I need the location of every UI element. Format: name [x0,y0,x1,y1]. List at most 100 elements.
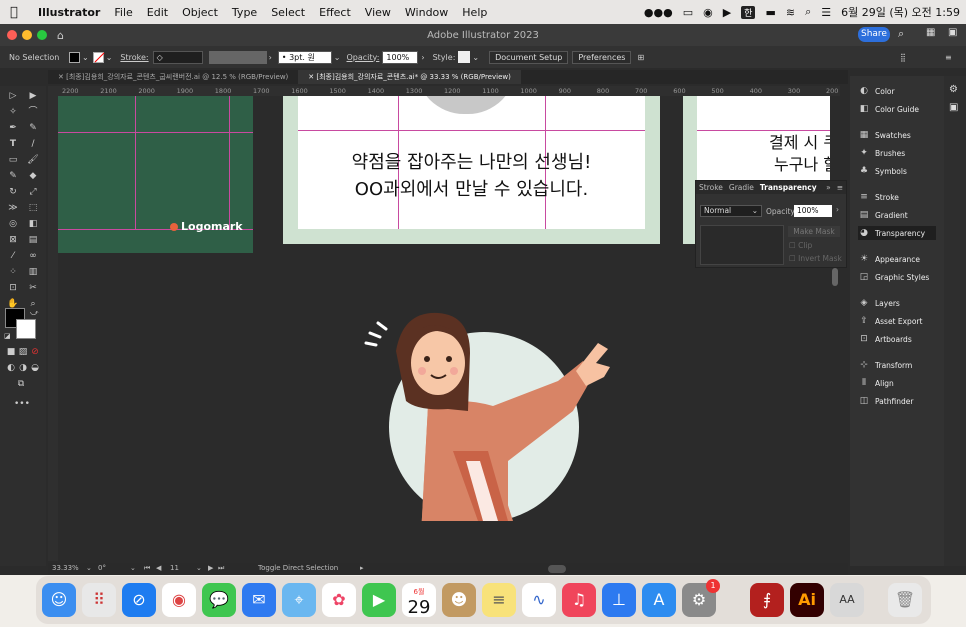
draw-inside-icon[interactable]: ◒ [28,362,42,374]
chrome-icon[interactable]: ◉ [162,583,196,617]
pen-tool-icon[interactable]: ✒ [6,122,20,134]
font-book-icon[interactable]: AA [830,583,864,617]
prev-artboard-icon[interactable]: ◀ [156,564,161,572]
menu-file[interactable]: File [114,6,132,19]
artboard-logomark[interactable]: Logomark [58,96,253,253]
opacity-field[interactable]: 100% [794,205,832,217]
perspective-grid-icon[interactable]: ⊠ [6,234,20,246]
search-icon[interactable]: ⌕ [898,27,904,41]
chevron-right-icon[interactable]: › [836,205,839,214]
horizontal-scrollbar[interactable] [548,565,566,573]
creative-cloud-icon[interactable]: ◉ [703,6,713,19]
tab-document-1[interactable]: ✕ [최종]김용희_강의자료_콘텐츠_굽씨랜버전.ai @ 12.5 % (RG… [48,70,298,84]
maps-icon[interactable]: ⌖ [282,583,316,617]
launchpad-icon[interactable]: ⠿ [82,583,116,617]
apple-icon[interactable]:  [10,5,30,20]
next-artboard-icon[interactable]: ▶ [208,564,213,572]
panel-item-color[interactable]: ◐ Color [858,84,895,98]
properties-icon[interactable]: ⚙ [949,84,958,95]
direct-selection-tool-icon[interactable]: ▶ [26,90,40,102]
mask-thumbnail[interactable] [700,225,784,265]
stroke-label[interactable]: Stroke: [120,53,148,62]
acrobat-icon[interactable]: ⨎ [750,583,784,617]
chevron-down-icon[interactable]: ⌄ [82,53,89,62]
panel-item-pathfinder[interactable]: ◫ Pathfinder [858,394,914,408]
rotation-value[interactable]: 0° [98,564,106,572]
menu-app[interactable]: Illustrator [38,6,100,19]
menu-object[interactable]: Object [182,6,218,19]
invert-mask-checkbox[interactable]: ☐ Invert Mask [789,254,842,263]
menu-select[interactable]: Select [271,6,305,19]
scale-tool-icon[interactable]: ⤢ [26,186,40,198]
panel-item-transparency[interactable]: ◕ Transparency [858,226,936,240]
symbol-sprayer-icon[interactable]: ⁘ [6,266,20,278]
vertical-scrollbar[interactable] [830,96,840,561]
type-tool-icon[interactable]: T [6,138,20,150]
keynote-icon[interactable]: ⊥ [602,583,636,617]
artboard-number[interactable]: 11 [170,564,179,572]
facetime-icon[interactable]: ▶ [362,583,396,617]
notes-icon[interactable]: ≡ [482,583,516,617]
panel-item-asset-export[interactable]: ⇪ Asset Export [858,314,922,328]
menu-window[interactable]: Window [405,6,448,19]
panel-item-stroke[interactable]: ≡ Stroke [858,190,899,204]
music-icon[interactable]: ♫ [562,583,596,617]
panel-item-brushes[interactable]: ✦ Brushes [858,146,905,160]
clip-checkbox[interactable]: ☐ Clip [789,241,812,250]
chevron-down-icon[interactable]: ⌄ [196,564,202,572]
selection-tool-icon[interactable]: ▷ [6,90,20,102]
panel-item-align[interactable]: ⫴ Align [858,376,894,390]
shaper-tool-icon[interactable]: ✎ [6,170,20,182]
arrange-icon[interactable]: ▣ [948,27,957,38]
curvature-tool-icon[interactable]: ✎ [26,122,40,134]
graph-tool-icon[interactable]: ▥ [26,266,40,278]
blend-tool-icon[interactable]: ∞ [26,250,40,262]
mail-icon[interactable]: ✉ [242,583,276,617]
zoom-level[interactable]: 33.33% [52,564,79,572]
shape-builder-icon[interactable]: ◎ [6,218,20,230]
menu-type[interactable]: Type [232,6,257,19]
stroke-weight-field[interactable]: ◇ [152,50,203,64]
free-transform-icon[interactable]: ⬚ [26,202,40,214]
arrange-documents-icon[interactable]: ⊞ [637,53,644,62]
system-settings-icon[interactable]: ⚙ 1 [682,579,720,617]
clock[interactable]: 6월 29일 (목) 오전 1:59 [841,4,960,20]
chevron-down-icon[interactable]: ⌄ [86,564,92,572]
more-tools-icon[interactable]: ••• [14,398,30,410]
panel-item-transform[interactable]: ⊹ Transform [858,358,912,372]
panel-item-symbols[interactable]: ♣ Symbols [858,164,907,178]
finder-icon[interactable]: ☺ [42,583,76,617]
screen-icon[interactable]: ▭ [683,6,693,19]
none-mode-icon[interactable]: ⊘ [28,346,42,358]
panel-item-gradient[interactable]: ▤ Gradient [858,208,908,222]
opacity-field[interactable]: 100% [382,50,419,64]
control-center-icon[interactable]: ☰ [821,6,831,19]
chevron-down-icon[interactable]: ⌄ [472,53,479,62]
style-swatch[interactable] [458,51,471,63]
last-artboard-icon[interactable]: ⏭ [218,564,224,573]
menu-icon[interactable]: ≡ [945,53,952,62]
rectangle-tool-icon[interactable]: ▭ [6,154,20,166]
tab-stroke[interactable]: Stroke [696,183,726,192]
panel-item-graphic-styles[interactable]: ◲ Graphic Styles [858,270,930,284]
align-icon[interactable]: ⣿ [900,53,906,62]
swap-colors-icon[interactable]: ⤻ [30,308,39,318]
panel-item-color-guide[interactable]: ◧ Color Guide [858,102,919,116]
panel-item-swatches[interactable]: ▦ Swatches [858,128,911,142]
slice-tool-icon[interactable]: ✂ [26,282,40,294]
menu-help[interactable]: Help [462,6,487,19]
messages-icon[interactable]: 💬 [202,583,236,617]
panel-item-artboards[interactable]: ⊡ Artboards [858,332,912,346]
search-icon[interactable]: ⌕ [805,5,811,19]
magic-wand-icon[interactable]: ✧ [6,106,20,118]
freeform-icon[interactable]: ∿ [522,583,556,617]
variable-width-field[interactable] [208,50,267,64]
chevron-down-icon[interactable]: ⌄ [106,53,113,62]
chevron-down-icon[interactable]: ⌄ [334,53,341,62]
app-store-icon[interactable]: A [642,583,676,617]
first-artboard-icon[interactable]: ⏮ [144,564,150,573]
teacher-illustration[interactable] [358,301,628,521]
chevron-down-icon[interactable]: ⌄ [130,564,136,572]
chevron-right-icon[interactable]: ▸ [360,564,364,572]
artboard-tool-icon[interactable]: ⊡ [6,282,20,294]
